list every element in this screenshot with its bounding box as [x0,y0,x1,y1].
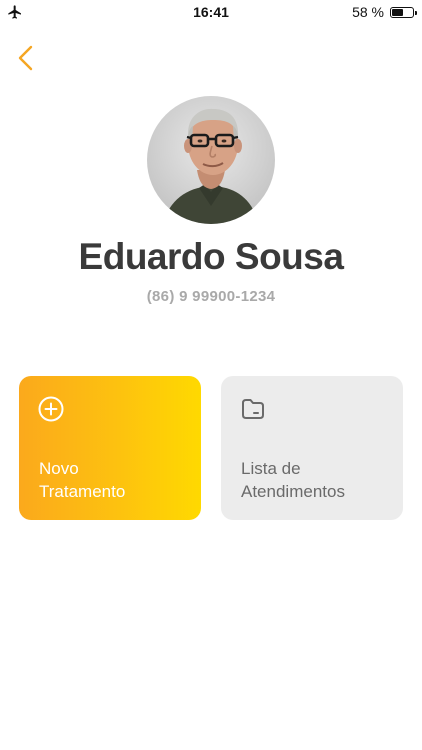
avatar [147,96,275,224]
chevron-left-icon [18,45,33,71]
appointments-list-label-line2: Atendimentos [241,482,345,501]
new-treatment-label-line1: Novo [39,459,79,478]
new-treatment-label-line2: Tratamento [39,482,126,501]
battery-fill [392,9,403,16]
plus-circle-icon [38,396,64,422]
back-button[interactable] [12,42,42,74]
status-bar: 16:41 58 % [0,0,422,26]
profile-phone: (86) 9 99900-1234 [146,288,276,305]
profile-name: Eduardo Sousa [78,236,344,277]
new-treatment-label: Novo Tratamento [39,457,125,503]
battery-percentage: 58 % [352,4,384,20]
battery-icon [390,7,417,18]
new-treatment-button[interactable]: Novo Tratamento [19,376,201,520]
appointments-list-label-line1: Lista de [241,459,301,478]
appointments-list-label: Lista de Atendimentos [241,457,345,503]
avatar-portrait [163,108,259,224]
appointments-list-button[interactable]: Lista de Atendimentos [221,376,403,520]
folder-icon [242,399,264,419]
